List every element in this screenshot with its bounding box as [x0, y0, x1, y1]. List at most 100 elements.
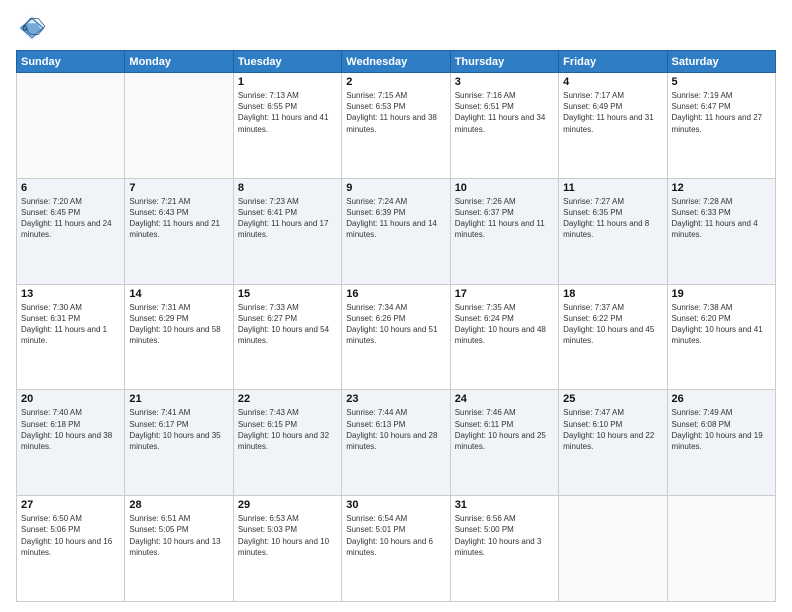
calendar-cell: 21Sunrise: 7:41 AM Sunset: 6:17 PM Dayli… — [125, 390, 233, 496]
calendar-week-row: 1 Sunrise: 7:13 AM Sunset: 6:55 PM Daylig… — [17, 73, 776, 179]
calendar-cell: 3 Sunrise: 7:16 AM Sunset: 6:51 PM Daylig… — [450, 73, 558, 179]
calendar-cell: 8 Sunrise: 7:23 AM Sunset: 6:41 PM Daylig… — [233, 178, 341, 284]
day-number: 11 — [563, 182, 662, 194]
day-info: Sunrise: 7:28 AM Sunset: 6:33 PM Dayligh… — [672, 196, 771, 241]
day-number: 30 — [346, 499, 445, 511]
calendar-cell: 2 Sunrise: 7:15 AM Sunset: 6:53 PM Daylig… — [342, 73, 450, 179]
calendar-cell — [125, 73, 233, 179]
day-number: 18 — [563, 288, 662, 300]
calendar-cell: 23 Sunrise: 7:44 AM Sunset: 6:13 PM Dayli… — [342, 390, 450, 496]
logo: G — [16, 12, 52, 44]
day-number: 22 — [238, 393, 337, 405]
calendar-cell: 25 Sunrise: 7:47 AM Sunset: 6:10 PM Dayli… — [559, 390, 667, 496]
day-info: Sunrise: 7:13 AM Sunset: 6:55 PM Dayligh… — [238, 90, 337, 135]
calendar-cell: 16 Sunrise: 7:34 AM Sunset: 6:26 PM Dayli… — [342, 284, 450, 390]
day-info: Sunrise: 6:56 AM Sunset: 5:00 PM Dayligh… — [455, 513, 554, 558]
calendar-cell — [17, 73, 125, 179]
calendar-cell — [559, 496, 667, 602]
day-info: Sunrise: 7:26 AM Sunset: 6:37 PM Dayligh… — [455, 196, 554, 241]
calendar-cell: 6Sunrise: 7:20 AM Sunset: 6:45 PM Daylig… — [17, 178, 125, 284]
calendar-cell: 9Sunrise: 7:24 AM Sunset: 6:39 PM Daylig… — [342, 178, 450, 284]
day-number: 25 — [563, 393, 662, 405]
calendar-week-row: 13Sunrise: 7:30 AM Sunset: 6:31 PM Dayli… — [17, 284, 776, 390]
day-number: 4 — [563, 76, 662, 88]
calendar-cell: 26 Sunrise: 7:49 AM Sunset: 6:08 PM Dayli… — [667, 390, 775, 496]
logo-icon: G — [16, 12, 48, 44]
day-number: 24 — [455, 393, 554, 405]
day-number: 20 — [21, 393, 120, 405]
calendar-cell: 1 Sunrise: 7:13 AM Sunset: 6:55 PM Daylig… — [233, 73, 341, 179]
day-number: 28 — [129, 499, 228, 511]
day-info: Sunrise: 7:19 AM Sunset: 6:47 PM Dayligh… — [672, 90, 771, 135]
day-info: Sunrise: 7:43 AM Sunset: 6:15 PM Dayligh… — [238, 407, 337, 452]
day-info: Sunrise: 7:35 AM Sunset: 6:24 PM Dayligh… — [455, 302, 554, 347]
day-info: Sunrise: 7:15 AM Sunset: 6:53 PM Dayligh… — [346, 90, 445, 135]
day-info: Sunrise: 7:46 AM Sunset: 6:11 PM Dayligh… — [455, 407, 554, 452]
day-number: 15 — [238, 288, 337, 300]
day-number: 5 — [672, 76, 771, 88]
day-number: 10 — [455, 182, 554, 194]
day-number: 26 — [672, 393, 771, 405]
calendar-cell — [667, 496, 775, 602]
calendar-cell: 14Sunrise: 7:31 AM Sunset: 6:29 PM Dayli… — [125, 284, 233, 390]
calendar-cell: 27 Sunrise: 6:50 AM Sunset: 5:06 PM Dayli… — [17, 496, 125, 602]
day-number: 19 — [672, 288, 771, 300]
day-info: Sunrise: 7:16 AM Sunset: 6:51 PM Dayligh… — [455, 90, 554, 135]
header: G — [16, 12, 776, 44]
day-info: Sunrise: 7:37 AM Sunset: 6:22 PM Dayligh… — [563, 302, 662, 347]
day-info: Sunrise: 6:54 AM Sunset: 5:01 PM Dayligh… — [346, 513, 445, 558]
day-number: 16 — [346, 288, 445, 300]
day-number: 17 — [455, 288, 554, 300]
calendar-week-row: 20Sunrise: 7:40 AM Sunset: 6:18 PM Dayli… — [17, 390, 776, 496]
calendar-cell: 17 Sunrise: 7:35 AM Sunset: 6:24 PM Dayli… — [450, 284, 558, 390]
day-info: Sunrise: 7:41 AM Sunset: 6:17 PM Dayligh… — [129, 407, 228, 452]
day-number: 8 — [238, 182, 337, 194]
calendar-table: SundayMondayTuesdayWednesdayThursdayFrid… — [16, 50, 776, 602]
day-number: 3 — [455, 76, 554, 88]
day-info: Sunrise: 7:23 AM Sunset: 6:41 PM Dayligh… — [238, 196, 337, 241]
calendar-cell: 24 Sunrise: 7:46 AM Sunset: 6:11 PM Dayli… — [450, 390, 558, 496]
calendar-cell: 30 Sunrise: 6:54 AM Sunset: 5:01 PM Dayli… — [342, 496, 450, 602]
day-header-saturday: Saturday — [667, 51, 775, 73]
day-header-sunday: Sunday — [17, 51, 125, 73]
day-info: Sunrise: 7:34 AM Sunset: 6:26 PM Dayligh… — [346, 302, 445, 347]
day-number: 29 — [238, 499, 337, 511]
day-headers-row: SundayMondayTuesdayWednesdayThursdayFrid… — [17, 51, 776, 73]
day-number: 27 — [21, 499, 120, 511]
day-header-wednesday: Wednesday — [342, 51, 450, 73]
calendar-cell: 4 Sunrise: 7:17 AM Sunset: 6:49 PM Daylig… — [559, 73, 667, 179]
day-number: 31 — [455, 499, 554, 511]
calendar-cell: 29 Sunrise: 6:53 AM Sunset: 5:03 PM Dayli… — [233, 496, 341, 602]
svg-text:G: G — [22, 23, 28, 32]
calendar-cell: 11Sunrise: 7:27 AM Sunset: 6:35 PM Dayli… — [559, 178, 667, 284]
day-number: 12 — [672, 182, 771, 194]
day-info: Sunrise: 7:20 AM Sunset: 6:45 PM Dayligh… — [21, 196, 120, 241]
day-info: Sunrise: 7:33 AM Sunset: 6:27 PM Dayligh… — [238, 302, 337, 347]
day-header-monday: Monday — [125, 51, 233, 73]
calendar-cell: 10 Sunrise: 7:26 AM Sunset: 6:37 PM Dayli… — [450, 178, 558, 284]
day-info: Sunrise: 7:47 AM Sunset: 6:10 PM Dayligh… — [563, 407, 662, 452]
calendar-cell: 13Sunrise: 7:30 AM Sunset: 6:31 PM Dayli… — [17, 284, 125, 390]
day-info: Sunrise: 7:49 AM Sunset: 6:08 PM Dayligh… — [672, 407, 771, 452]
calendar-week-row: 27 Sunrise: 6:50 AM Sunset: 5:06 PM Dayli… — [17, 496, 776, 602]
day-info: Sunrise: 6:53 AM Sunset: 5:03 PM Dayligh… — [238, 513, 337, 558]
day-number: 2 — [346, 76, 445, 88]
day-info: Sunrise: 7:38 AM Sunset: 6:20 PM Dayligh… — [672, 302, 771, 347]
calendar-week-row: 6Sunrise: 7:20 AM Sunset: 6:45 PM Daylig… — [17, 178, 776, 284]
day-info: Sunrise: 6:50 AM Sunset: 5:06 PM Dayligh… — [21, 513, 120, 558]
calendar-cell: 15 Sunrise: 7:33 AM Sunset: 6:27 PM Dayli… — [233, 284, 341, 390]
day-info: Sunrise: 7:44 AM Sunset: 6:13 PM Dayligh… — [346, 407, 445, 452]
page: G SundayMondayTuesdayWednesdayThursdayFr… — [0, 0, 792, 612]
calendar-cell: 19 Sunrise: 7:38 AM Sunset: 6:20 PM Dayli… — [667, 284, 775, 390]
day-info: Sunrise: 7:17 AM Sunset: 6:49 PM Dayligh… — [563, 90, 662, 135]
day-header-thursday: Thursday — [450, 51, 558, 73]
calendar-cell: 5 Sunrise: 7:19 AM Sunset: 6:47 PM Daylig… — [667, 73, 775, 179]
day-info: Sunrise: 6:51 AM Sunset: 5:05 PM Dayligh… — [129, 513, 228, 558]
day-info: Sunrise: 7:21 AM Sunset: 6:43 PM Dayligh… — [129, 196, 228, 241]
day-header-tuesday: Tuesday — [233, 51, 341, 73]
calendar-cell: 28 Sunrise: 6:51 AM Sunset: 5:05 PM Dayli… — [125, 496, 233, 602]
day-number: 1 — [238, 76, 337, 88]
calendar-cell: 12 Sunrise: 7:28 AM Sunset: 6:33 PM Dayli… — [667, 178, 775, 284]
day-number: 23 — [346, 393, 445, 405]
day-header-friday: Friday — [559, 51, 667, 73]
